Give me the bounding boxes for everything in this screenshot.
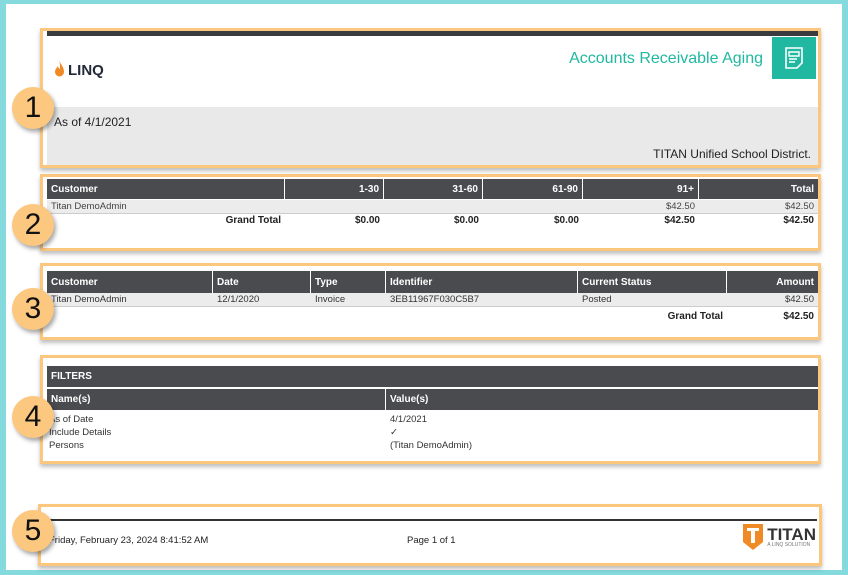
summary-header-row: Customer 1-30 31-60 61-90 91+ Total: [47, 179, 818, 199]
col-31-60: 31-60: [384, 179, 483, 199]
col-91-plus: 91+: [583, 179, 699, 199]
col-current-status: Current Status: [578, 271, 727, 293]
page-number: Page 1 of 1: [407, 535, 456, 546]
report-title: Accounts Receivable Aging: [569, 50, 763, 67]
header-bar: [47, 31, 818, 36]
col-amount: Amount: [776, 276, 814, 288]
filter-row-include-details: Include Details ✓: [43, 426, 814, 439]
filters-section: FILTERS Name(s) Value(s) As of Date 4/1/…: [40, 355, 821, 464]
flame-icon: [55, 61, 64, 77]
titan-logo: TITAN A LINQ SOLUTION: [742, 523, 816, 551]
callout-badge-3: 3: [12, 288, 54, 330]
filter-row-persons: Persons (Titan DemoAdmin): [49, 440, 473, 451]
titan-shield-icon: [743, 524, 764, 550]
linq-logo: LINQ: [54, 61, 104, 79]
filters-title-row: FILTERS: [47, 366, 818, 387]
col-identifier: Identifier: [386, 271, 578, 293]
report-header-section: LINQ Accounts Receivable Aging As of 4/1…: [40, 28, 821, 168]
summary-row: Titan DemoAdmin $42.50 $42.50: [47, 200, 818, 214]
col-1-30: 1-30: [285, 179, 384, 199]
footer-timestamp: Friday, February 23, 2024 8:41:52 AM: [49, 535, 209, 546]
col-total: Total: [790, 183, 814, 195]
report-icon: [772, 37, 816, 79]
callout-badge-4: 4: [12, 396, 54, 438]
info-band: As of 4/1/2021 TITAN Unified School Dist…: [47, 107, 818, 165]
footer-rule: [49, 519, 817, 521]
col-date: Date: [213, 271, 311, 293]
col-customer: Customer: [47, 271, 213, 293]
summary-section: Customer 1-30 31-60 61-90 91+ Total Tita…: [40, 174, 821, 251]
district-name: TITAN Unified School District.: [653, 147, 811, 161]
detail-grand-total-row: Grand Total $42.50: [667, 311, 814, 322]
callout-badge-5: 5: [12, 510, 54, 552]
callout-badge-1: 1: [12, 87, 54, 129]
callout-badge-2: 2: [12, 204, 54, 246]
detail-header-row: Customer Date Type Identifier Current St…: [47, 271, 818, 293]
document-icon: [785, 47, 803, 69]
filter-row-as-of-date: As of Date 4/1/2021: [49, 414, 427, 425]
detail-row: Titan DemoAdmin 12/1/2020 Invoice 3EB119…: [47, 293, 818, 307]
col-names: Name(s): [47, 389, 386, 410]
summary-grand-total-row: Grand Total $0.00 $0.00 $0.00 $42.50 $42…: [225, 215, 814, 226]
footer-section: Friday, February 23, 2024 8:41:52 AM Pag…: [38, 504, 822, 566]
filters-header-row: Name(s) Value(s): [47, 389, 818, 410]
col-type: Type: [311, 271, 386, 293]
detail-section: Customer Date Type Identifier Current St…: [40, 263, 821, 340]
checkmark-icon: ✓: [390, 427, 398, 438]
col-values: Value(s): [390, 394, 429, 405]
col-61-90: 61-90: [483, 179, 583, 199]
col-customer: Customer: [47, 179, 285, 199]
as-of-date: As of 4/1/2021: [54, 115, 132, 129]
